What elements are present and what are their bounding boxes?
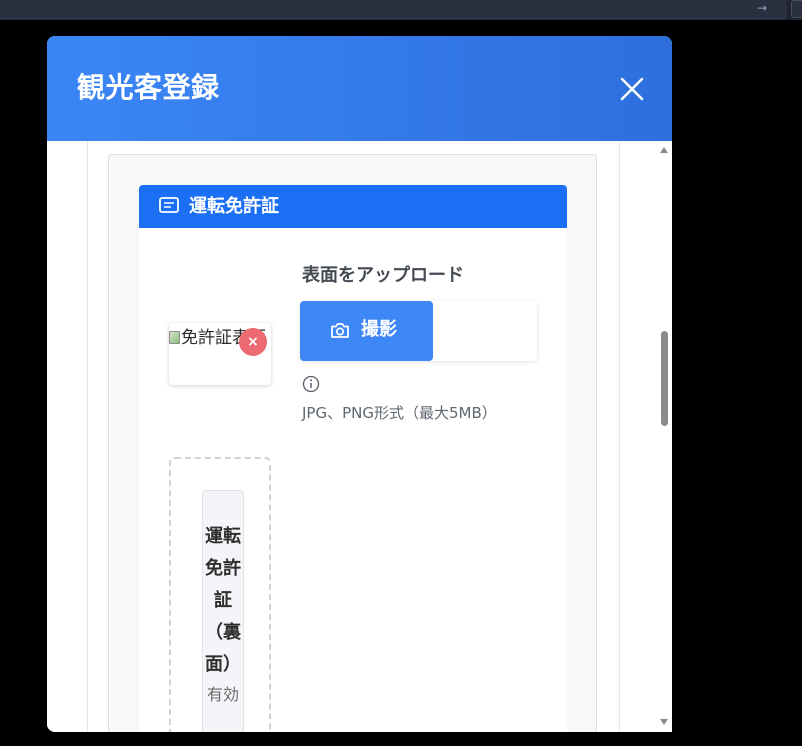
registration-modal: 観光客登録 運転免許証 免許証表面 × 表面をアップロード 撮影 JPG、PNG…: [47, 36, 672, 732]
back-image-subtitle: 有効: [206, 685, 239, 704]
broken-image-icon: [169, 331, 180, 344]
scroll-down-icon[interactable]: [660, 719, 668, 725]
back-image-title: 運転免許証（裏面）: [205, 526, 241, 675]
upload-heading: 表面をアップロード: [302, 265, 464, 286]
address-bar[interactable]: →: [0, 0, 787, 19]
camera-icon: [330, 322, 350, 343]
license-card-title: 運転免許証: [189, 196, 279, 217]
back-image-placeholder: 運転免許証（裏面） 有効: [202, 490, 244, 732]
info-icon: [302, 375, 320, 397]
modal-title: 観光客登録: [77, 71, 220, 104]
close-icon[interactable]: [619, 76, 645, 102]
license-card-header: 運転免許証: [139, 185, 567, 228]
scroll-up-icon[interactable]: [660, 147, 668, 153]
shoot-button-label: 撮影: [361, 319, 397, 340]
remove-image-button[interactable]: ×: [239, 328, 267, 356]
modal-scrollbar[interactable]: [656, 141, 672, 732]
modal-header: 観光客登録: [47, 36, 672, 141]
drivers-license-card: 運転免許証 免許証表面 × 表面をアップロード 撮影 JPG、PNG形式（最大5…: [139, 185, 567, 732]
format-hint: JPG、PNG形式（最大5MB）: [302, 404, 497, 422]
browser-edge-button[interactable]: [791, 0, 802, 18]
front-image-preview: 免許証表面 ×: [169, 323, 271, 385]
modal-body: 運転免許証 免許証表面 × 表面をアップロード 撮影 JPG、PNG形式（最大5…: [47, 141, 672, 732]
back-image-dropzone[interactable]: 運転免許証（裏面） 有効: [169, 457, 271, 732]
shoot-button[interactable]: 撮影: [300, 301, 433, 361]
browser-top-bar: →: [0, 0, 802, 20]
card-icon: [159, 197, 179, 217]
go-arrow-icon[interactable]: →: [757, 0, 767, 16]
upload-button-group: 撮影: [300, 301, 537, 361]
scrollbar-thumb[interactable]: [661, 331, 668, 426]
